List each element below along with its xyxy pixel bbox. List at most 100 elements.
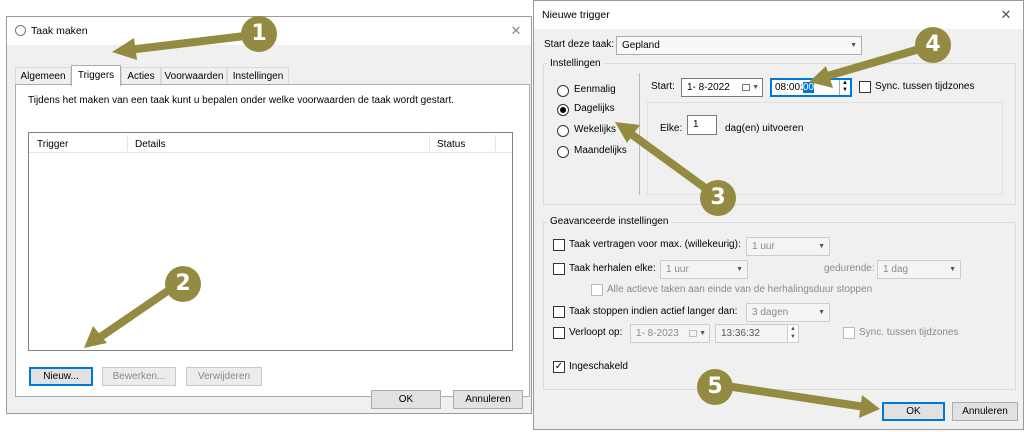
spin-up-icon[interactable]: ▲	[840, 80, 850, 87]
cancel-button[interactable]: Annuleren	[453, 390, 523, 409]
callout-badge-4: 4	[915, 27, 951, 63]
settings-group-title: Instellingen	[547, 58, 604, 69]
repeat-interval-value: 1 uur	[666, 264, 689, 275]
expires-date-field[interactable]: 1- 8-2023 ▼	[630, 324, 710, 343]
repeat-interval-select[interactable]: 1 uur ▼	[660, 260, 748, 279]
tab-settings[interactable]: Instellingen	[227, 67, 289, 85]
chevron-down-icon: ▼	[850, 42, 857, 49]
enabled-label[interactable]: Ingeschakeld	[569, 361, 628, 372]
chevron-down-icon: ▼	[949, 266, 956, 273]
radio-once[interactable]	[557, 85, 569, 97]
column-divider	[127, 135, 128, 151]
cancel-button[interactable]: Annuleren	[952, 402, 1018, 421]
expires-sync-checkbox[interactable]	[843, 327, 855, 339]
expires-label[interactable]: Verloopt op:	[569, 327, 622, 338]
start-task-select[interactable]: Gepland ▼	[616, 36, 862, 55]
triggers-description: Tijdens het maken van een taak kunt u be…	[28, 95, 455, 106]
duration-label: gedurende:	[824, 263, 875, 274]
column-divider	[429, 135, 430, 151]
radio-monthly-label[interactable]: Maandelijks	[574, 145, 627, 156]
sync-timezones-label[interactable]: Sync. tussen tijdzones	[875, 81, 975, 92]
stop-if-running-checkbox[interactable]	[553, 306, 565, 318]
ok-button[interactable]: OK	[882, 402, 945, 421]
expires-sync-label[interactable]: Sync. tussen tijdzones	[859, 327, 959, 338]
calendar-icon[interactable]	[689, 330, 697, 337]
stop-all-label[interactable]: Alle actieve taken aan einde van de herh…	[607, 284, 872, 295]
column-divider	[495, 135, 496, 151]
stop-if-running-value: 3 dagen	[752, 307, 789, 318]
stop-all-checkbox[interactable]	[591, 284, 603, 296]
chevron-down-icon: ▼	[752, 84, 759, 91]
start-date-field[interactable]: 1- 8-2022 ▼	[681, 78, 763, 97]
triggers-table[interactable]: Trigger Details Status	[28, 132, 513, 351]
duration-value: 1 dag	[883, 264, 909, 275]
clock-icon	[15, 25, 26, 36]
delete-trigger-button[interactable]: Verwijderen	[186, 367, 262, 386]
callout-badge-2: 2	[165, 266, 201, 302]
chevron-down-icon: ▼	[818, 243, 825, 250]
triggers-panel: Tijdens het maken van een taak kunt u be…	[15, 84, 530, 397]
delay-task-label[interactable]: Taak vertragen voor max. (willekeurig):	[569, 239, 741, 250]
new-trigger-title: Nieuwe trigger	[542, 9, 610, 21]
advanced-group-title: Geavanceerde instellingen	[547, 216, 672, 227]
start-task-value: Gepland	[622, 40, 660, 51]
start-date-value: 1- 8-2022	[687, 82, 730, 93]
spin-up-icon[interactable]: ▲	[788, 325, 798, 333]
radio-monthly[interactable]	[557, 146, 569, 158]
radio-daily-label[interactable]: Dagelijks	[574, 103, 615, 114]
start-label: Start:	[651, 81, 675, 92]
callout-badge-1: 1	[241, 16, 277, 52]
spin-down-icon[interactable]: ▼	[788, 333, 798, 341]
tab-general[interactable]: Algemeen	[15, 67, 71, 85]
expires-checkbox[interactable]	[553, 327, 565, 339]
sync-timezones-checkbox[interactable]	[859, 81, 871, 93]
column-header-trigger[interactable]: Trigger	[37, 139, 68, 150]
time-spinner[interactable]: ▲ ▼	[787, 325, 798, 342]
checkmark-icon: ✓	[554, 361, 564, 372]
delay-task-select[interactable]: 1 uur ▼	[746, 237, 830, 256]
callout-badge-5: 5	[697, 369, 733, 405]
column-header-details[interactable]: Details	[135, 139, 166, 150]
start-time-field[interactable]: 08:00:00 ▲ ▼	[770, 78, 852, 97]
enabled-checkbox[interactable]: ✓	[553, 361, 565, 373]
every-label: Elke:	[660, 123, 683, 134]
start-task-label: Start deze taak:	[544, 39, 615, 50]
every-days-input[interactable]: 1	[687, 115, 717, 135]
create-task-title: Taak maken	[31, 25, 88, 37]
repeat-task-checkbox[interactable]	[553, 263, 565, 275]
every-days-value: 1	[693, 119, 699, 130]
calendar-icon[interactable]	[742, 84, 750, 91]
every-days-suffix: dag(en) uitvoeren	[725, 123, 804, 134]
repeat-task-label[interactable]: Taak herhalen elke:	[569, 263, 656, 274]
close-icon[interactable]: ✕	[995, 4, 1017, 26]
radio-daily[interactable]	[557, 104, 569, 116]
tab-conditions[interactable]: Voorwaarden	[161, 67, 227, 85]
callout-badge-3: 3	[700, 180, 736, 216]
radio-weekly[interactable]	[557, 125, 569, 137]
stop-if-running-label[interactable]: Taak stoppen indien actief langer dan:	[569, 306, 737, 317]
column-header-status[interactable]: Status	[437, 139, 465, 150]
close-icon[interactable]: ✕	[505, 20, 527, 42]
start-time-selected-seconds: 00	[802, 82, 814, 93]
stop-if-running-select[interactable]: 3 dagen ▼	[746, 303, 830, 322]
chevron-down-icon: ▼	[736, 266, 743, 273]
duration-select[interactable]: 1 dag ▼	[877, 260, 961, 279]
chevron-down-icon: ▼	[699, 330, 706, 337]
time-spinner[interactable]: ▲ ▼	[839, 80, 850, 95]
spin-down-icon[interactable]: ▼	[840, 87, 850, 94]
start-time-prefix: 08:00:	[775, 82, 803, 93]
radio-once-label[interactable]: Eenmalig	[574, 84, 616, 95]
ok-button[interactable]: OK	[371, 390, 441, 409]
tab-actions[interactable]: Acties	[121, 67, 161, 85]
new-trigger-button[interactable]: Nieuw...	[29, 367, 93, 386]
new-trigger-dialog: Nieuwe trigger ✕ Start deze taak: Geplan…	[533, 0, 1024, 430]
radio-selected-dot	[560, 107, 566, 113]
delay-task-checkbox[interactable]	[553, 239, 565, 251]
expires-time-field[interactable]: 13:36:32 ▲ ▼	[715, 324, 799, 343]
edit-trigger-button[interactable]: Bewerken...	[102, 367, 176, 386]
create-task-window: Taak maken ✕ Algemeen Triggers Acties Vo…	[6, 16, 532, 414]
tab-triggers[interactable]: Triggers	[71, 65, 121, 86]
radio-weekly-label[interactable]: Wekelijks	[574, 124, 616, 135]
expires-date-value: 1- 8-2023	[636, 328, 679, 339]
expires-time-value: 13:36:32	[721, 328, 760, 339]
